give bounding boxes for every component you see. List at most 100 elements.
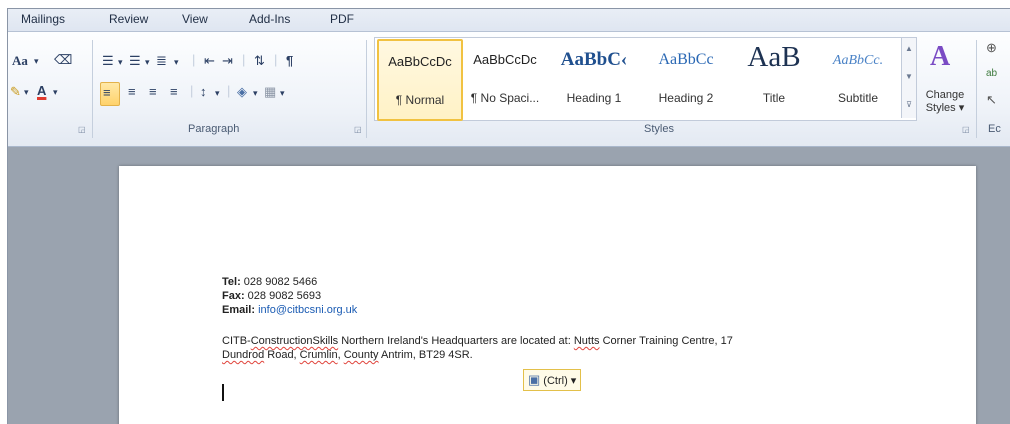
shading-icon[interactable]: ◈ — [237, 84, 247, 100]
style-name: ¶ Normal — [395, 93, 445, 107]
chevron-down-icon[interactable]: ▾ — [280, 85, 285, 101]
tel-line: Tel: 028 9082 5466 — [222, 276, 317, 288]
change-styles-icon: A — [930, 41, 951, 72]
clear-formatting-icon[interactable]: ⌫ — [54, 52, 72, 68]
misspelled-word[interactable]: Crumlin — [300, 349, 338, 361]
style-title[interactable]: AaB Title — [735, 39, 813, 117]
grow-font-icon[interactable]: Aa — [12, 53, 28, 69]
misspelled-word[interactable]: County — [344, 349, 379, 361]
font-color-icon[interactable]: A — [37, 83, 46, 99]
tab-mailings[interactable]: Mailings — [21, 12, 65, 26]
style-name: Title — [762, 91, 786, 105]
align-left-button[interactable]: ≡ — [100, 82, 120, 106]
style-name: ¶ No Spaci... — [470, 91, 540, 105]
borders-icon[interactable]: ▦ — [264, 84, 276, 100]
editing-group-label: Ec — [988, 123, 1001, 135]
chevron-down-icon[interactable]: ▾ — [24, 84, 29, 100]
align-right-icon[interactable]: ≡ — [149, 84, 157, 100]
address-line-2: Dundrod Road, Crumlin, County Antrim, BT… — [222, 349, 473, 361]
divider: | — [190, 83, 194, 98]
multilevel-list-icon[interactable]: ≣ — [156, 53, 167, 69]
tab-view[interactable]: View — [182, 12, 208, 26]
divider: | — [192, 52, 196, 67]
chevron-down-icon[interactable]: ▾ — [253, 85, 258, 101]
chevron-down-icon[interactable]: ▾ — [53, 84, 58, 100]
style-heading-2[interactable]: AaBbCc Heading 2 — [641, 39, 731, 117]
style-preview: AaBbC‹ — [560, 49, 628, 70]
tel-label: Tel: — [222, 276, 241, 288]
group-separator — [976, 40, 977, 138]
text-run: Road, — [264, 349, 300, 361]
style-preview: AaBbCcDc — [388, 54, 452, 69]
chevron-down-icon[interactable]: ▾ — [145, 54, 150, 70]
style-preview: AaBbCc — [658, 51, 714, 68]
style-subtitle[interactable]: AaBbCc. Subtitle — [817, 39, 899, 117]
style-heading-1[interactable]: AaBbC‹ Heading 1 — [551, 39, 637, 117]
misspelled-word[interactable]: Nutts — [574, 335, 600, 347]
styles-group-label: Styles — [644, 123, 674, 135]
ribbon: Aa ▾ ⌫ ✎ ▾ A ▾ ◲ ☰ ▾ ☰ ▾ ≣ ▾ | ⇤ ⇥ | ⇅ |… — [8, 32, 1010, 147]
clipboard-icon: ▣ — [528, 372, 541, 387]
highlight-icon[interactable]: ✎ — [10, 84, 21, 100]
align-center-icon[interactable]: ≡ — [128, 84, 136, 100]
styles-dialog-launcher-icon[interactable]: ◲ — [962, 126, 970, 134]
more-styles-icon[interactable]: ⊽ — [902, 100, 916, 109]
text-run: Northern Ireland's Headquarters are loca… — [338, 335, 574, 347]
align-left-icon: ≡ — [103, 85, 111, 100]
email-label: Email: — [222, 304, 256, 316]
fax-label: Fax: — [222, 290, 245, 302]
misspelled-word[interactable]: Dundrod — [222, 349, 264, 361]
tab-review[interactable]: Review — [109, 12, 148, 26]
find-icon[interactable]: ⊕ — [986, 40, 997, 56]
paste-options-label: (Ctrl) ▾ — [543, 374, 577, 387]
bullets-icon[interactable]: ☰ — [102, 53, 114, 69]
paste-options-button[interactable]: ▣ (Ctrl) ▾ — [523, 369, 582, 391]
show-formatting-icon[interactable]: ¶ — [286, 53, 293, 69]
style-normal[interactable]: AaBbCcDc ¶ Normal — [377, 39, 463, 121]
font-dialog-launcher-icon[interactable]: ◲ — [78, 126, 86, 134]
style-no-spacing[interactable]: AaBbCcDc ¶ No Spaci... — [463, 39, 547, 117]
email-link[interactable]: info@citbcsni.org.uk — [258, 304, 357, 316]
address-line-1: CITB-ConstructionSkills Northern Ireland… — [222, 335, 733, 347]
style-name: Heading 1 — [566, 91, 622, 105]
scroll-down-icon[interactable]: ▼ — [902, 72, 916, 81]
justify-icon[interactable]: ≡ — [170, 84, 178, 100]
select-icon[interactable]: ↖ — [986, 92, 997, 108]
numbering-icon[interactable]: ☰ — [129, 53, 141, 69]
tab-add-ins[interactable]: Add-Ins — [249, 12, 290, 26]
change-styles-label: Change Styles ▾ — [925, 89, 965, 114]
change-styles-button[interactable]: A Change Styles ▾ — [920, 37, 970, 119]
text-run: CITB- — [222, 335, 251, 347]
chevron-down-icon[interactable]: ▾ — [34, 53, 39, 69]
document-area: Tel: 028 9082 5466 Fax: 028 9082 5693 Em… — [8, 147, 1010, 424]
decrease-indent-icon[interactable]: ⇤ — [204, 53, 215, 69]
replace-icon[interactable]: ab — [986, 66, 997, 82]
scroll-up-icon[interactable]: ▲ — [902, 44, 916, 53]
divider: | — [242, 52, 246, 67]
style-preview: AaBbCc. — [832, 53, 884, 68]
style-name: Subtitle — [837, 91, 879, 105]
line-spacing-icon[interactable]: ↕ — [200, 84, 207, 100]
fax-value: 028 9082 5693 — [244, 290, 322, 302]
styles-gallery: AaBbCcDc ¶ Normal AaBbCcDc ¶ No Spaci...… — [374, 37, 917, 121]
group-separator — [366, 40, 367, 138]
email-line: Email: info@citbcsni.org.uk — [222, 304, 357, 316]
fax-line: Fax: 028 9082 5693 — [222, 290, 321, 302]
paragraph-group-label: Paragraph — [188, 123, 240, 135]
misspelled-word[interactable]: ConstructionSkills — [251, 335, 338, 347]
styles-gallery-scroller[interactable]: ▲ ▼ ⊽ — [901, 38, 916, 118]
text-run: Corner Training Centre, 17 — [599, 335, 733, 347]
style-name: Heading 2 — [658, 91, 714, 105]
text-cursor — [222, 384, 224, 401]
style-preview: AaB — [747, 41, 801, 73]
divider: | — [274, 52, 278, 67]
chevron-down-icon[interactable]: ▾ — [215, 85, 220, 101]
chevron-down-icon[interactable]: ▾ — [174, 54, 179, 70]
chevron-down-icon[interactable]: ▾ — [118, 54, 123, 70]
ribbon-tab-bar: Mailings Review View Add-Ins PDF — [8, 9, 1010, 32]
document-page[interactable]: Tel: 028 9082 5466 Fax: 028 9082 5693 Em… — [119, 166, 976, 424]
paragraph-dialog-launcher-icon[interactable]: ◲ — [354, 126, 362, 134]
increase-indent-icon[interactable]: ⇥ — [222, 53, 233, 69]
sort-icon[interactable]: ⇅ — [254, 53, 265, 69]
tab-pdf[interactable]: PDF — [330, 12, 354, 26]
